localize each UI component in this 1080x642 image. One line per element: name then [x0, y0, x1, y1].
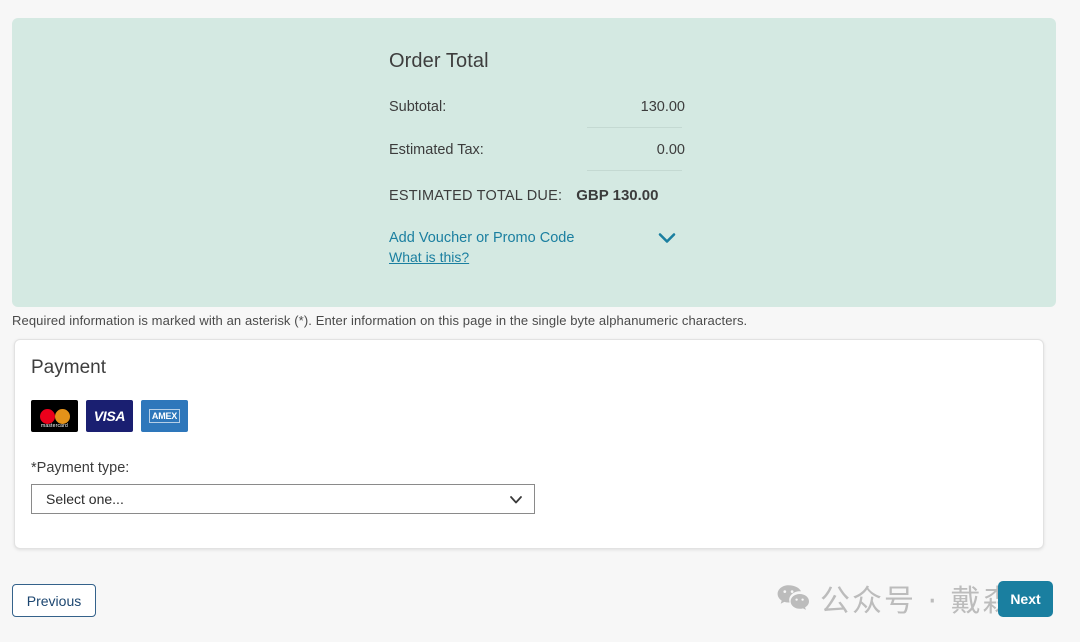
subtotal-value: 130.00	[640, 99, 685, 115]
next-button[interactable]: Next	[998, 581, 1053, 617]
visa-logo-label: VISA	[93, 408, 126, 424]
row-divider	[587, 127, 682, 128]
subtotal-row: Subtotal: 130.00	[389, 99, 685, 127]
required-information-note: Required information is marked with an a…	[12, 313, 748, 328]
order-total-content: Order Total Subtotal: 130.00 Estimated T…	[389, 18, 689, 265]
estimated-total-due-value: GBP 130.00	[576, 187, 659, 204]
row-divider	[587, 170, 682, 171]
order-totals-list: Subtotal: 130.00 Estimated Tax: 0.00 EST…	[389, 99, 685, 204]
what-is-this-link[interactable]: What is this?	[389, 249, 685, 265]
payment-heading: Payment	[31, 357, 106, 378]
mastercard-circles-icon	[39, 409, 71, 424]
accepted-cards: mastercard VISA AMEX	[31, 400, 1043, 432]
wechat-icon	[776, 583, 810, 613]
estimated-total-due-label: ESTIMATED TOTAL DUE:	[389, 188, 563, 204]
payment-type-field	[31, 484, 535, 514]
order-total-panel: Order Total Subtotal: 130.00 Estimated T…	[12, 18, 1056, 307]
voucher-block: Add Voucher or Promo Code What is this?	[389, 229, 685, 265]
amex-logo-label: AMEX	[148, 409, 181, 423]
order-total-heading: Order Total	[389, 50, 489, 72]
mastercard-logo: mastercard	[31, 400, 78, 432]
estimated-tax-label: Estimated Tax:	[389, 142, 484, 158]
subtotal-label: Subtotal:	[389, 99, 447, 115]
estimated-tax-row: Estimated Tax: 0.00	[389, 142, 685, 170]
visa-logo: VISA	[86, 400, 133, 432]
payment-type-select[interactable]	[31, 484, 535, 514]
estimated-total-due-row: ESTIMATED TOTAL DUE: GBP 130.00	[389, 185, 685, 204]
mastercard-logo-label: mastercard	[40, 423, 68, 429]
payment-type-label: *Payment type:	[31, 460, 130, 476]
payment-section: Payment mastercard VISA AMEX *Payment ty…	[14, 339, 1044, 549]
estimated-tax-value: 0.00	[656, 142, 685, 158]
add-voucher-link[interactable]: Add Voucher or Promo Code	[389, 230, 574, 246]
previous-button[interactable]: Previous	[12, 584, 96, 617]
amex-logo: AMEX	[141, 400, 188, 432]
chevron-down-icon[interactable]	[657, 231, 677, 245]
